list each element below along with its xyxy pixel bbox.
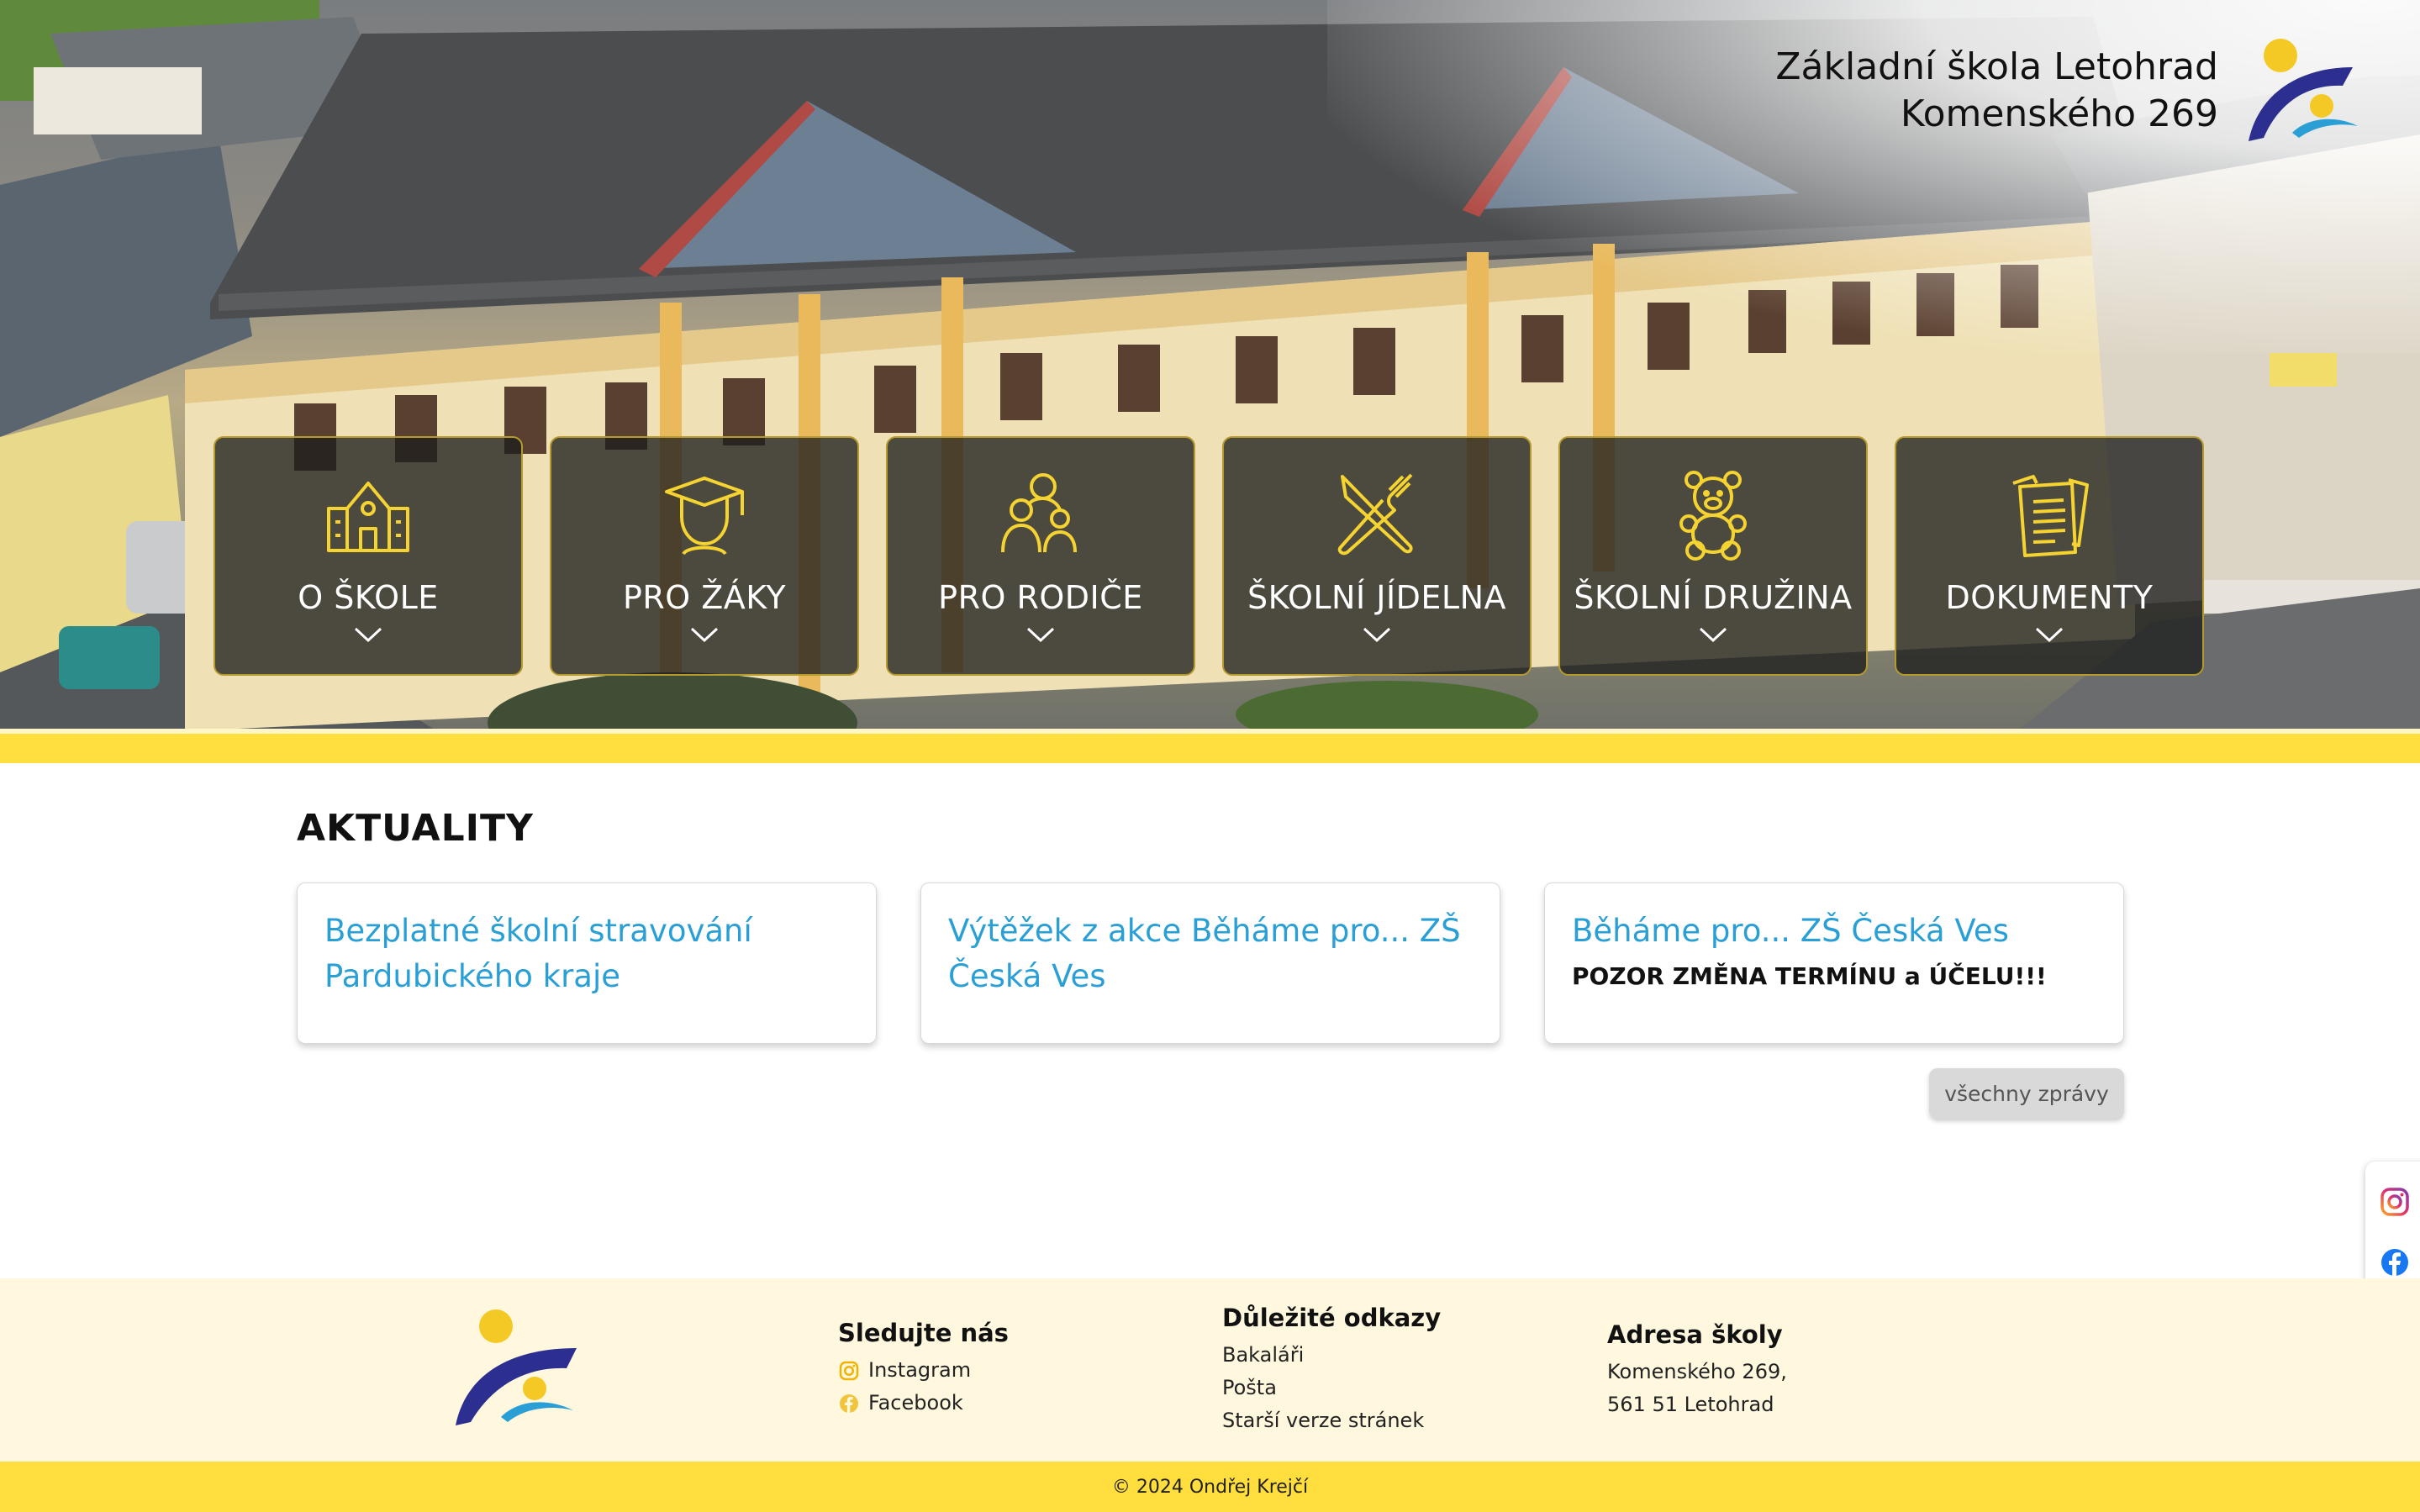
nav-label: ŠKOLNÍ JÍDELNA <box>1247 579 1507 616</box>
news-subtitle: POZOR ZMĚNA TERMÍNU a ÚČELU!!! <box>1572 962 2047 990</box>
address-line-street: Komenského 269, <box>1607 1360 1787 1383</box>
nav-label: PRO RODIČE <box>938 579 1143 616</box>
footer-address-section: Adresa školy Komenského 269, 561 51 Leto… <box>1607 1320 1787 1421</box>
nav-item-o-skole[interactable]: O ŠKOLE <box>214 436 523 676</box>
footer-links-heading: Důležité odkazy <box>1222 1304 1442 1332</box>
nav-label: DOKUMENTY <box>1945 579 2154 616</box>
chevron-down-icon <box>1026 627 1055 643</box>
chevron-down-icon <box>690 627 719 643</box>
footer-links-section: Důležité odkazy Bakaláři Pošta Starší ve… <box>1222 1304 1441 1437</box>
documents-icon <box>2012 475 2089 557</box>
instagram-icon <box>839 1361 859 1380</box>
school-logo[interactable] <box>2242 34 2368 151</box>
footer-link-label[interactable]: Instagram <box>868 1354 971 1387</box>
footer-link-old-site[interactable]: Starší verze stránek <box>1222 1404 1441 1437</box>
footer-follow-section: Sledujte nás Instagram Facebook <box>838 1319 1009 1420</box>
chevron-down-icon <box>354 627 382 643</box>
news-list: Bezplatné školní stravování Pardubického… <box>297 882 2124 1044</box>
footer: Sledujte nás Instagram Facebook Důležité… <box>0 1278 2420 1462</box>
graduate-cap-icon <box>665 477 744 556</box>
school-title: Základní škola Letohrad Komenského 269 <box>1775 44 2218 138</box>
instagram-icon[interactable] <box>2379 1186 2411 1218</box>
footer-address-heading: Adresa školy <box>1607 1320 1783 1349</box>
footer-link-bakalari[interactable]: Bakaláři <box>1222 1339 1441 1372</box>
news-title[interactable]: Výtěžek z akce Běháme pro... ZŠ Česká Ve… <box>948 909 1473 999</box>
facebook-icon[interactable] <box>2379 1246 2411 1278</box>
chevron-down-icon <box>1363 627 1391 643</box>
news-heading: AKTUALITY <box>297 807 534 850</box>
nav-label: ŠKOLNÍ DRUŽINA <box>1574 579 1853 616</box>
knife-fork-icon <box>1337 473 1413 556</box>
teddy-bear-icon <box>1679 471 1747 561</box>
nav-label: PRO ŽÁKY <box>622 579 787 616</box>
nav-label: O ŠKOLE <box>298 579 439 616</box>
news-title[interactable]: Bezplatné školní stravování Pardubického… <box>324 909 849 999</box>
nav-item-skolni-jidelna[interactable]: ŠKOLNÍ JÍDELNA <box>1222 436 1532 676</box>
footer-link-posta[interactable]: Pošta <box>1222 1372 1441 1404</box>
main-navigation: O ŠKOLE PRO ŽÁKY PRO RODIČE ŠKOLNÍ JÍDEL… <box>214 436 2204 676</box>
facebook-icon <box>840 1393 858 1413</box>
hero-divider-band <box>0 729 2420 763</box>
news-card[interactable]: Bezplatné školní stravování Pardubického… <box>297 882 877 1044</box>
news-title[interactable]: Běháme pro... ZŠ Česká Ves <box>1572 909 2096 954</box>
chevron-down-icon <box>1699 627 1727 643</box>
chevron-down-icon <box>2035 627 2064 643</box>
school-building-icon <box>327 482 409 552</box>
school-name-line1: Základní škola Letohrad <box>1775 45 2218 88</box>
news-card[interactable]: Výtěžek z akce Běháme pro... ZŠ Česká Ve… <box>920 882 1500 1044</box>
all-news-button[interactable]: všechny zprávy <box>1929 1068 2124 1119</box>
copyright-bar: © 2024 Ondřej Krejčí <box>0 1462 2420 1512</box>
hero-banner: Základní škola Letohrad Komenského 269 O… <box>0 0 2420 731</box>
school-name-line2: Komenského 269 <box>1900 92 2218 135</box>
footer-link-instagram[interactable]: Instagram <box>838 1354 1009 1387</box>
footer-follow-heading: Sledujte nás <box>838 1319 1009 1347</box>
address-line-city: 561 51 Letohrad <box>1607 1393 1774 1416</box>
nav-item-skolni-druzina[interactable]: ŠKOLNÍ DRUŽINA <box>1558 436 1868 676</box>
footer-link-facebook[interactable]: Facebook <box>838 1387 1009 1420</box>
nav-item-pro-rodice[interactable]: PRO RODIČE <box>886 436 1195 676</box>
footer-link-label[interactable]: Facebook <box>868 1387 963 1420</box>
nav-item-dokumenty[interactable]: DOKUMENTY <box>1895 436 2204 676</box>
news-card[interactable]: Běháme pro... ZŠ Česká Ves POZOR ZMĚNA T… <box>1544 882 2124 1044</box>
nav-item-pro-zaky[interactable]: PRO ŽÁKY <box>550 436 859 676</box>
footer-school-logo[interactable] <box>446 1308 580 1434</box>
family-icon <box>1001 473 1077 553</box>
